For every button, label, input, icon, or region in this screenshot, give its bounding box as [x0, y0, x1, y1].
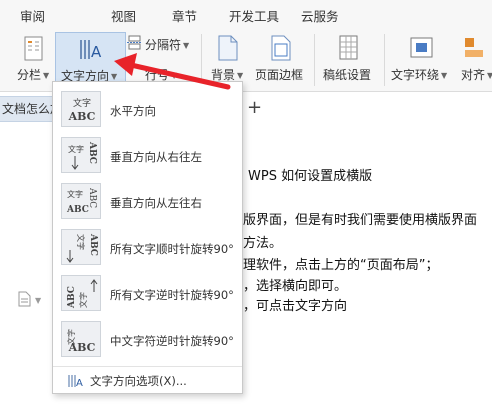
manuscript-label: 稿纸设置: [323, 68, 372, 82]
rotate-ccw-icon: ABC 文字: [61, 275, 101, 311]
tab-review[interactable]: 审阅: [20, 6, 45, 25]
columns-icon: [24, 36, 43, 61]
columns-label: 分栏: [17, 68, 42, 82]
background-label: 背景: [211, 68, 236, 82]
tab-chapter[interactable]: 章节: [172, 6, 197, 25]
dropdown-item-label: 所有文字顺时针旋转90°: [110, 242, 234, 256]
text-direction-dropdown: 文字 ABC 水平方向 ABC 文字 垂直方向从右往左 文字 ABC ABC 垂…: [52, 81, 243, 394]
paragraph-layout-icon[interactable]: ▼: [17, 291, 45, 307]
document-tab[interactable]: 文档怎么加: [0, 96, 58, 122]
manuscript-paper-icon: [339, 35, 358, 60]
chevron-down-icon: ▼: [43, 71, 50, 80]
dropdown-item-cjk-rotate-ccw[interactable]: 文字 ABC 中文字符逆时针旋转90°: [53, 316, 242, 362]
svg-text:ABC: ABC: [67, 286, 77, 309]
dropdown-item-label: 水平方向: [110, 104, 156, 118]
document-line: 理软件，点击上方的“页面布局”；: [243, 258, 439, 273]
background-icon: [218, 35, 238, 61]
ribbon-divider: [384, 34, 385, 86]
svg-text:A: A: [91, 43, 102, 61]
text-direction-icon: A: [80, 40, 102, 61]
svg-text:文字: 文字: [73, 97, 91, 109]
document-line: ，选择横向即可。: [243, 279, 348, 294]
dropdown-item-rotate-ccw[interactable]: ABC 文字 所有文字逆时针旋转90°: [53, 270, 242, 316]
chevron-down-icon: ▼: [487, 71, 492, 80]
svg-text:文字: 文字: [76, 234, 86, 250]
dropdown-item-label: 所有文字逆时针旋转90°: [110, 288, 234, 302]
vertical-rtl-icon: ABC 文字: [61, 137, 101, 173]
vertical-ltr-icon: 文字 ABC ABC: [61, 183, 101, 219]
ribbon-divider: [314, 34, 315, 86]
columns-button[interactable]: 分栏 ▼: [0, 30, 50, 92]
dropdown-item-vertical-rtl[interactable]: ABC 文字 垂直方向从右往左: [53, 132, 242, 178]
text-wrap-button[interactable]: 文字环绕 ▼: [388, 30, 454, 92]
document-line: 版界面，但是有时我们需要使用横版界面: [243, 213, 478, 228]
text-direction-options-icon: A: [68, 375, 83, 389]
svg-text:ABC: ABC: [68, 341, 96, 354]
document-tab-title: 文档怎么加: [2, 102, 58, 116]
dropdown-item-label: 垂直方向从左往右: [110, 196, 202, 210]
text-direction-options-item[interactable]: A 文字方向选项(X)...: [53, 366, 242, 394]
page-border-label: 页面边框: [255, 68, 304, 82]
document-line: 方法。: [243, 236, 283, 251]
chevron-down-icon: ▼: [183, 41, 190, 50]
menu-tab-row: 审阅 视图 章节 开发工具 云服务: [0, 0, 492, 30]
cjk-rotate-ccw-icon: 文字 ABC: [61, 321, 101, 357]
dropdown-item-label: 中文字符逆时针旋转90°: [110, 334, 234, 348]
page-border-button[interactable]: 页面边框: [252, 30, 308, 92]
svg-text:ABC: ABC: [66, 205, 89, 215]
svg-text:ABC: ABC: [87, 187, 97, 208]
document-title-line: WPS 如何设置成横版: [248, 169, 373, 184]
svg-text:文字: 文字: [67, 189, 83, 199]
svg-text:ABC: ABC: [88, 233, 98, 256]
chevron-down-icon: ▼: [237, 71, 244, 80]
horizontal-text-icon: 文字 ABC: [61, 91, 101, 127]
align-label: 对齐: [461, 68, 486, 82]
svg-text:文字: 文字: [78, 292, 88, 308]
new-tab-plus-icon[interactable]: +: [247, 97, 262, 118]
dropdown-item-horizontal[interactable]: 文字 ABC 水平方向: [53, 86, 242, 132]
chevron-down-icon: ▼: [171, 71, 178, 80]
text-direction-button[interactable]: A 文字方向 ▼: [55, 32, 126, 87]
rotate-cw-icon: 文字 ABC: [61, 229, 101, 265]
dropdown-item-rotate-cw[interactable]: 文字 ABC 所有文字顺时针旋转90°: [53, 224, 242, 270]
text-wrap-icon: [410, 37, 433, 58]
dropdown-item-vertical-ltr[interactable]: 文字 ABC ABC 垂直方向从左往右: [53, 178, 242, 224]
page-border-icon: [271, 35, 291, 61]
separator-button[interactable]: 分隔符 ▼: [127, 34, 195, 54]
tab-view[interactable]: 视图: [111, 6, 136, 25]
text-wrap-label: 文字环绕: [391, 68, 440, 82]
svg-text:文字: 文字: [68, 144, 84, 154]
chevron-down-icon: ▼: [441, 71, 448, 80]
text-direction-options-label: 文字方向选项(X)...: [90, 374, 187, 388]
manuscript-settings-button[interactable]: 稿纸设置: [318, 30, 378, 92]
tab-dev-tools[interactable]: 开发工具: [229, 6, 279, 25]
align-button[interactable]: 对齐 ▼: [456, 30, 492, 92]
svg-text:ABC: ABC: [87, 141, 97, 164]
dropdown-item-label: 垂直方向从右往左: [110, 150, 202, 164]
svg-text:▼: ▼: [35, 296, 42, 305]
tab-cloud-services[interactable]: 云服务: [301, 6, 339, 25]
ribbon-divider: [201, 34, 202, 86]
page-break-icon: [127, 35, 142, 50]
document-line: ，可点击文字方向: [243, 299, 348, 314]
align-icon: [465, 38, 483, 57]
separator-label: 分隔符: [145, 38, 182, 52]
line-number-label: 行号: [145, 68, 170, 82]
chevron-down-icon: ▼: [111, 72, 118, 81]
svg-text:A: A: [76, 378, 83, 389]
svg-text:ABC: ABC: [68, 110, 96, 123]
